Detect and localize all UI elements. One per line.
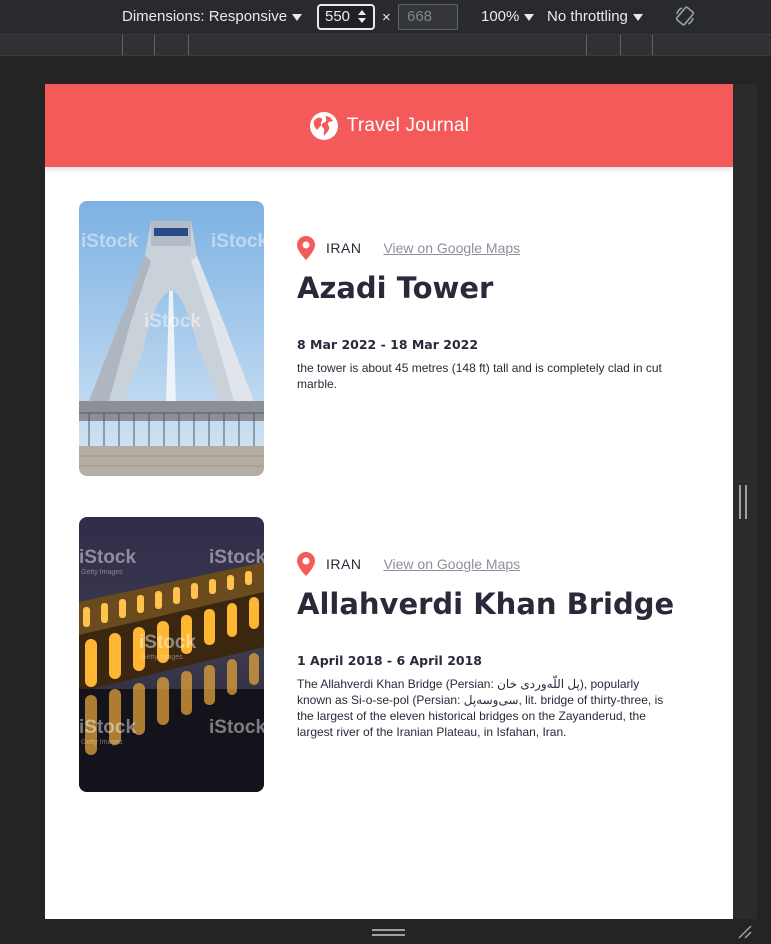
location-pin-icon [297,236,315,260]
dimensions-select[interactable]: Dimensions: Responsive [122,8,303,25]
app-title: Travel Journal [346,114,470,136]
place-title: Azadi Tower [297,271,494,305]
country-label: IRAN [326,556,362,572]
google-maps-link[interactable]: View on Google Maps [383,556,520,572]
width-input[interactable]: 550 [317,4,375,30]
place-description: the tower is about 45 metres (148 ft) ta… [297,361,662,391]
throttling-label: No throttling [547,8,628,25]
watermark-text: iStock [79,547,137,568]
watermark-text: iStock [139,632,197,653]
zoom-label: 100% [481,8,520,25]
watermark-subtext: Getty Images [81,739,123,746]
media-query-ruler[interactable] [0,34,771,56]
height-placeholder: 668 [407,8,433,25]
trip-dates: 1 April 2018 - 6 April 2018 [297,653,482,668]
place-title: Allahverdi Khan Bridge [297,587,675,621]
watermark-subtext: Getty Images [141,654,183,661]
zoom-select[interactable]: 100% [481,8,535,25]
height-input[interactable]: 668 [398,4,458,30]
chevron-down-icon [632,13,643,21]
entry-photo-allahverdi-khan-bridge: iStock Getty Images iStock iStock Getty … [79,517,264,792]
location-row: IRAN View on Google Maps [297,552,520,576]
watermark-text: iStock [209,547,264,568]
device-toolbar: Dimensions: Responsive 550 × 668 100% No… [0,0,771,34]
resize-handle-bottom[interactable] [372,929,405,936]
watermark-subtext: Getty Images [81,569,123,576]
watermark-text: iStock [211,231,264,252]
device-viewport: Travel Journal iStock iStock iStock IRAN… [45,84,733,919]
place-description: The Allahverdi Khan Bridge (Persian: پل … [297,677,664,739]
country-label: IRAN [326,240,362,256]
google-maps-link[interactable]: View on Google Maps [383,240,520,256]
chevron-down-icon [524,13,535,21]
app-header: Travel Journal [45,84,733,167]
dimensions-label: Dimensions: Responsive [122,8,288,25]
entry-photo-azadi-tower: iStock iStock iStock [79,201,264,476]
trip-dates: 8 Mar 2022 - 18 Mar 2022 [297,337,479,352]
location-pin-icon [297,552,315,576]
watermark-text: iStock [144,311,202,332]
chevron-down-icon [292,13,303,21]
throttling-select[interactable]: No throttling [547,8,643,25]
watermark-text: iStock [81,231,139,252]
resize-corner-icon[interactable] [737,924,753,940]
globe-icon [309,111,338,140]
width-value: 550 [325,8,351,25]
dimension-separator: × [382,9,391,26]
spinner-icon[interactable] [356,9,369,25]
watermark-text: iStock [79,717,137,738]
location-row: IRAN View on Google Maps [297,236,520,260]
rotate-icon[interactable] [674,5,696,27]
watermark-text: iStock [209,717,264,738]
resize-handle-right[interactable] [739,485,747,519]
